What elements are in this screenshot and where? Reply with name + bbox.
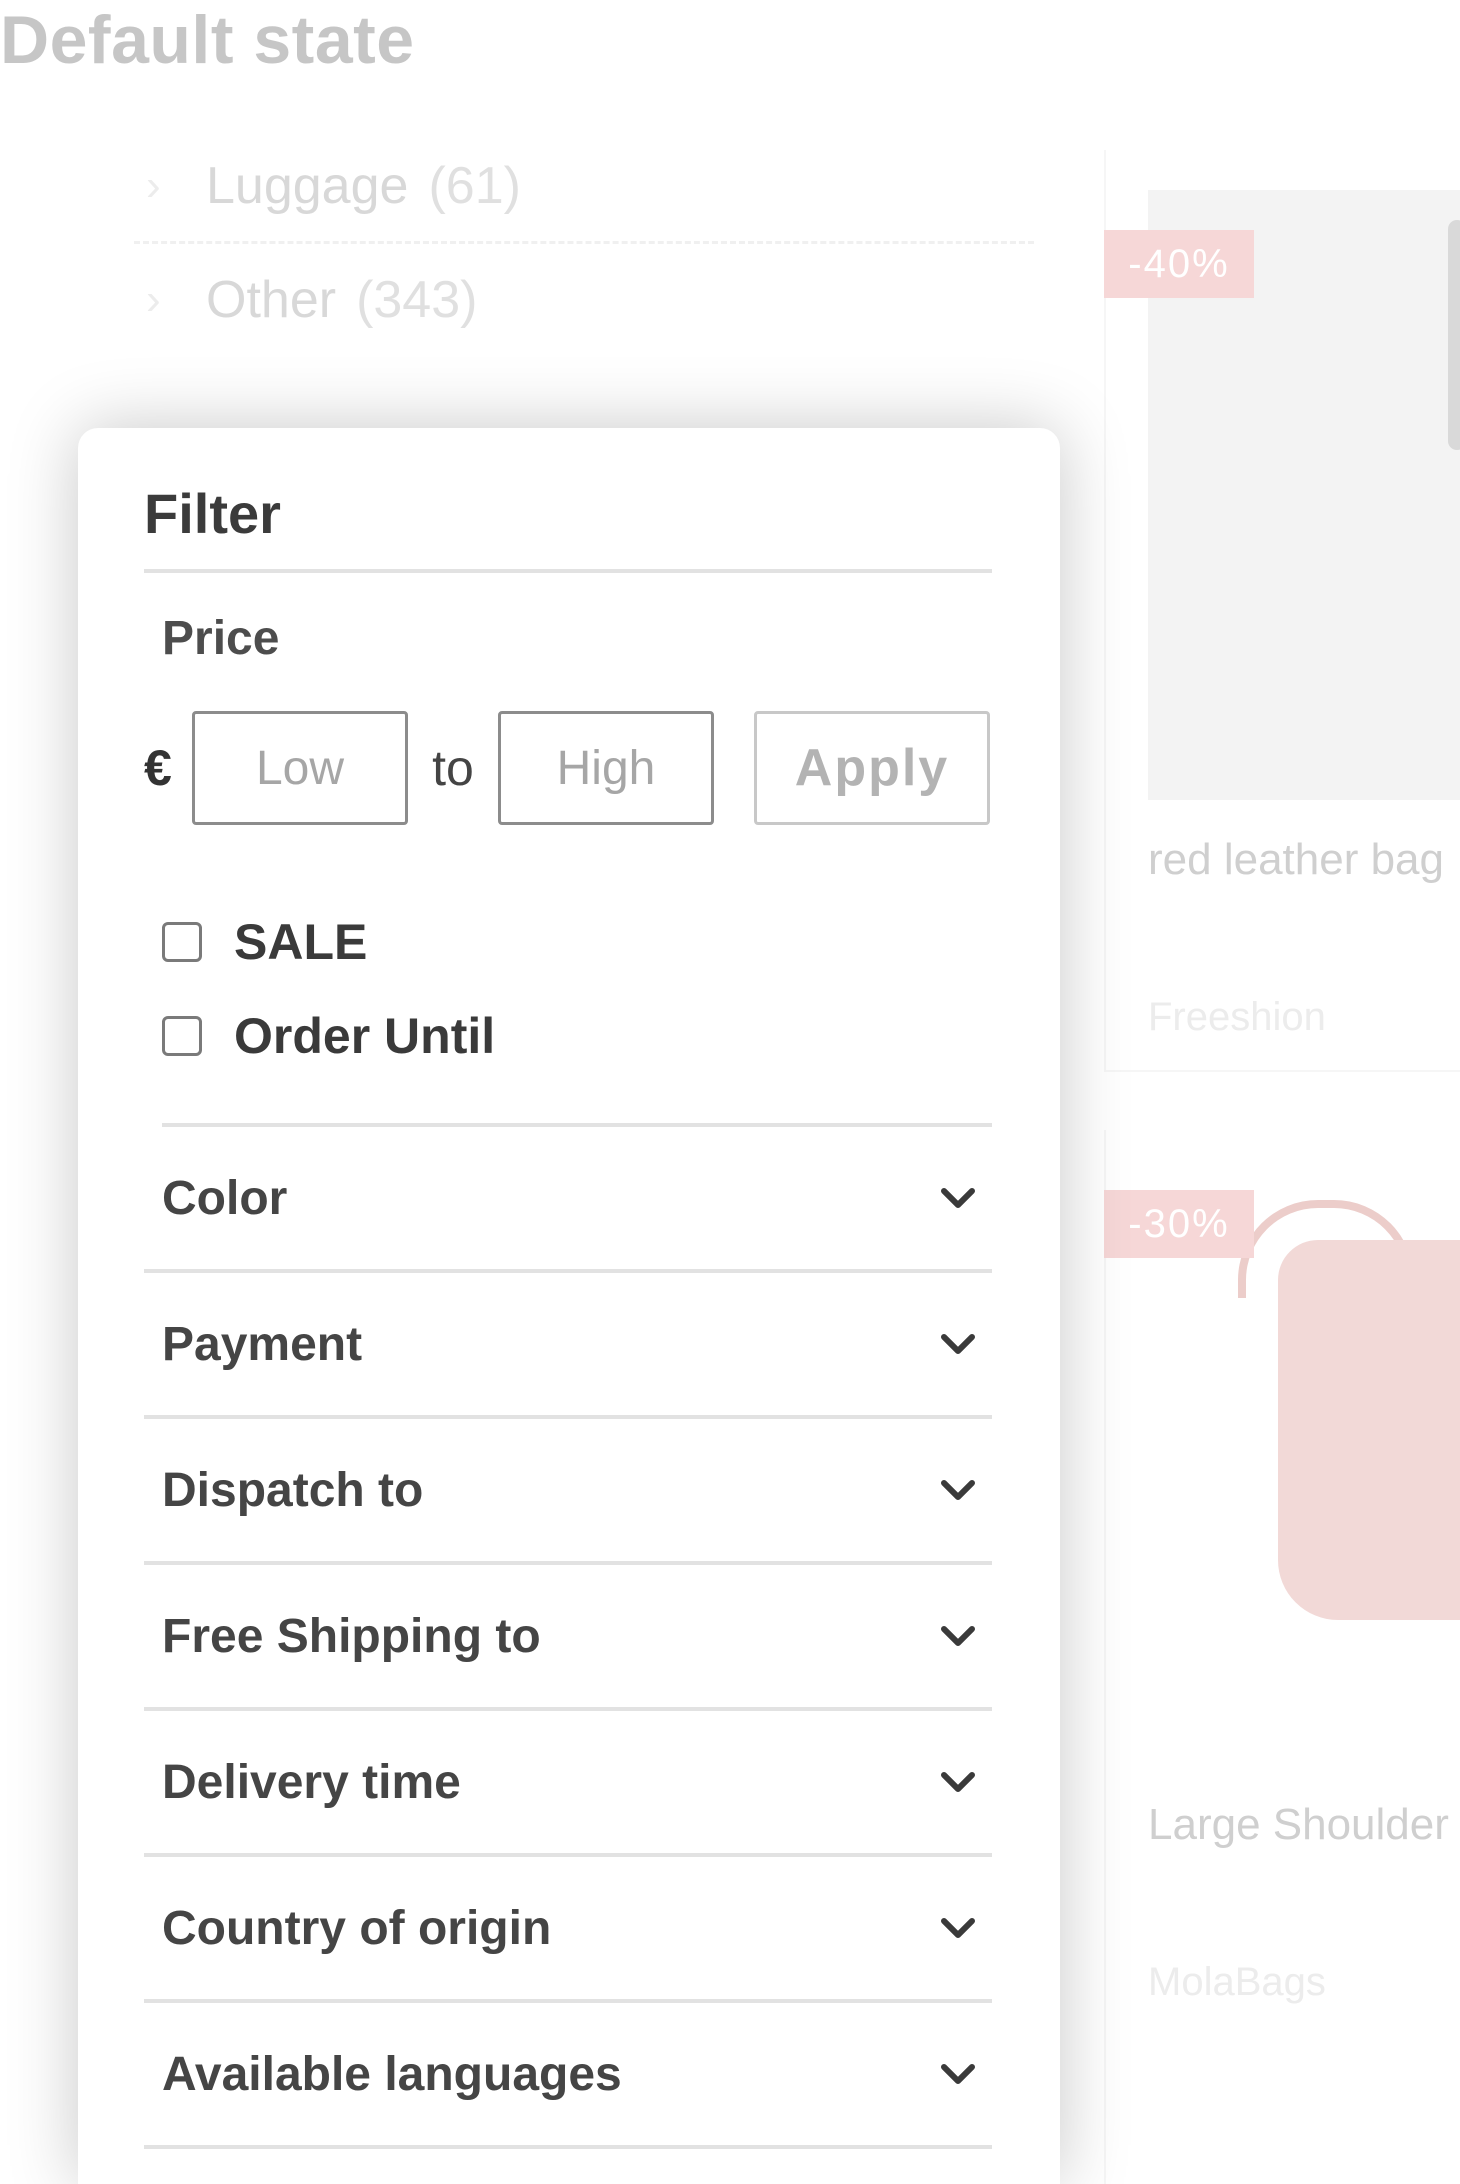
chevron-down-icon[interactable] xyxy=(928,1606,988,1666)
facet-country-of-origin[interactable]: Country of origin xyxy=(144,1857,992,2003)
discount-badge: -40% xyxy=(1104,230,1254,298)
apply-button[interactable]: Apply xyxy=(754,711,990,825)
category-count: (343) xyxy=(356,270,478,329)
category-label: Luggage xyxy=(206,156,409,215)
product-grid: -40% red leather bag Freeshion -30% Larg… xyxy=(1104,150,1460,2184)
order-until-checkbox[interactable] xyxy=(162,1016,202,1056)
category-item-luggage[interactable]: › Luggage (61) xyxy=(134,130,1034,241)
chevron-down-icon[interactable] xyxy=(928,1314,988,1374)
discount-badge: -30% xyxy=(1104,1190,1254,1258)
order-until-label[interactable]: Order Until xyxy=(234,1007,495,1065)
facet-payment[interactable]: Payment xyxy=(144,1273,992,1419)
chevron-down-icon[interactable] xyxy=(928,1168,988,1228)
facet-delivery-time[interactable]: Delivery time xyxy=(144,1711,992,1857)
filter-content: Filter Price € to Apply SALE Order Until… xyxy=(144,428,992,2149)
product-card[interactable]: -30% Large Shoulder MolaBags xyxy=(1104,1130,1460,2184)
bag-body-shape xyxy=(1278,1240,1460,1620)
facet-label: Free Shipping to xyxy=(162,1609,541,1663)
checkbox-group: SALE Order Until xyxy=(162,895,992,1127)
facet-label: Country of origin xyxy=(162,1901,552,1955)
category-label: Other xyxy=(206,270,337,329)
facet-color[interactable]: Color xyxy=(144,1127,992,1273)
facet-available-languages[interactable]: Available languages xyxy=(144,2003,992,2149)
sale-label[interactable]: SALE xyxy=(234,913,367,971)
chevron-right-icon: › xyxy=(146,274,161,324)
chevron-down-icon[interactable] xyxy=(928,1460,988,1520)
filter-title: Filter xyxy=(144,428,992,573)
chevron-down-icon[interactable] xyxy=(928,1752,988,1812)
facet-label: Color xyxy=(162,1171,288,1225)
category-count: (61) xyxy=(428,156,521,215)
facet-dispatch-to[interactable]: Dispatch to xyxy=(144,1419,992,1565)
facet-label: Delivery time xyxy=(162,1755,461,1809)
order-until-checkbox-row[interactable]: Order Until xyxy=(162,989,992,1083)
category-item-other[interactable]: › Other (343) xyxy=(134,241,1034,355)
chevron-down-icon[interactable] xyxy=(928,1898,988,1958)
price-high-input[interactable] xyxy=(498,711,714,825)
currency-symbol: € xyxy=(144,740,172,796)
product-image xyxy=(1148,1200,1460,1680)
price-range: € to Apply xyxy=(144,709,992,827)
product-name[interactable]: Large Shoulder xyxy=(1148,1800,1449,1850)
product-brand[interactable]: Freeshion xyxy=(1148,995,1326,1040)
chevron-right-icon: › xyxy=(146,160,161,210)
facet-free-shipping-to[interactable]: Free Shipping to xyxy=(144,1565,992,1711)
price-low-input[interactable] xyxy=(192,711,408,825)
facet-label: Dispatch to xyxy=(162,1463,424,1517)
product-card[interactable]: -40% red leather bag Freeshion xyxy=(1104,150,1460,1072)
product-name[interactable]: red leather bag xyxy=(1148,835,1444,885)
filter-panel: Filter Price € to Apply SALE Order Until… xyxy=(78,428,1060,2184)
chevron-down-icon[interactable] xyxy=(928,2044,988,2104)
category-list: › Luggage (61) › Other (343) xyxy=(134,130,1034,355)
price-label: Price xyxy=(162,612,280,665)
bag-strap-shape xyxy=(1448,220,1460,450)
page-heading: Default state xyxy=(0,2,415,78)
product-brand[interactable]: MolaBags xyxy=(1148,1960,1326,2005)
sale-checkbox-row[interactable]: SALE xyxy=(162,895,992,989)
sale-checkbox[interactable] xyxy=(162,922,202,962)
facet-label: Payment xyxy=(162,1317,363,1371)
price-to-label: to xyxy=(432,740,474,796)
facet-label: Available languages xyxy=(162,2047,622,2101)
